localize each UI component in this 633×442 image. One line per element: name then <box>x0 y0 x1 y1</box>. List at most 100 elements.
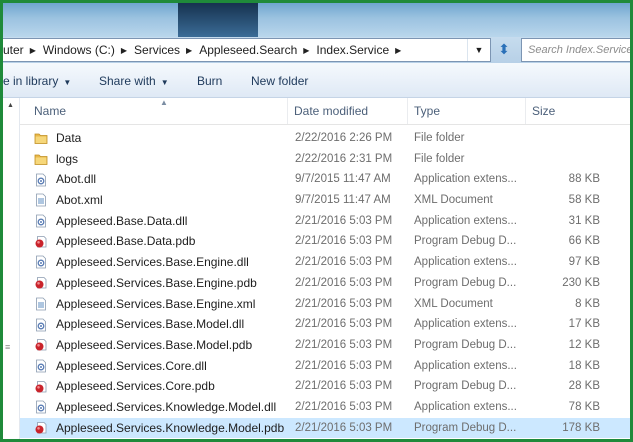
file-row[interactable]: Data 2/22/2016 2:26 PM File folder <box>20 128 630 149</box>
column-header-size[interactable]: Size <box>526 98 630 124</box>
file-name-cell: Appleseed.Base.Data.dll <box>34 211 288 232</box>
file-size: 12 KB <box>568 338 600 351</box>
file-row[interactable]: Appleseed.Services.Knowledge.Model.pdb 2/… <box>20 417 630 439</box>
column-header-date[interactable]: Date modified <box>288 98 408 124</box>
address-history-dropdown[interactable]: ▼ <box>467 39 490 61</box>
file-name: Appleseed.Base.Data.pdb <box>56 234 196 249</box>
dll-icon <box>34 173 48 187</box>
folder-icon <box>34 152 48 166</box>
file-name: Appleseed.Services.Base.Engine.dll <box>56 255 249 270</box>
include-in-library-button[interactable]: e in library ▼ <box>3 74 71 88</box>
file-type: Program Debug D... <box>414 235 517 248</box>
file-name: Appleseed.Services.Base.Engine.xml <box>56 296 256 311</box>
chevron-right-icon[interactable]: ▶ <box>395 46 401 55</box>
column-header-name[interactable]: ▲ Name <box>20 98 288 124</box>
file-name-cell: Appleseed.Services.Core.dll <box>34 356 288 377</box>
file-row[interactable]: Appleseed.Services.Base.Engine.dll 2/21/2… <box>20 252 630 273</box>
pdb-icon <box>34 276 48 290</box>
file-row[interactable]: Appleseed.Base.Data.pdb 2/21/2016 5:03 PM… <box>20 231 630 252</box>
file-type: Application extens... <box>414 214 517 227</box>
breadcrumb-item[interactable]: Index.Service ▶ <box>316 43 408 57</box>
file-type: Program Debug D... <box>414 421 517 434</box>
file-row[interactable]: Appleseed.Services.Base.Engine.pdb 2/21/2… <box>20 273 630 294</box>
scroll-up-icon[interactable]: ▲ <box>7 102 14 109</box>
breadcrumb-item[interactable]: Appleseed.Search ▶ <box>199 43 316 57</box>
file-size: 88 KB <box>568 173 600 186</box>
file-name-cell: Appleseed.Services.Base.Model.pdb <box>34 335 288 356</box>
file-row[interactable]: Appleseed.Services.Knowledge.Model.dll 2/… <box>20 397 630 418</box>
chevron-right-icon[interactable]: ▶ <box>30 46 36 55</box>
file-date: 2/21/2016 5:03 PM <box>295 338 393 351</box>
column-header-label: Size <box>532 104 556 118</box>
chevron-right-icon[interactable]: ▶ <box>303 46 309 55</box>
file-row[interactable]: logs 2/22/2016 2:31 PM File folder <box>20 149 630 170</box>
file-row[interactable]: Appleseed.Services.Base.Model.dll 2/21/20… <box>20 314 630 335</box>
file-name: Appleseed.Services.Knowledge.Model.dll <box>56 399 277 414</box>
file-name: Appleseed.Services.Core.pdb <box>56 379 215 394</box>
chevron-right-icon[interactable]: ▶ <box>186 46 192 55</box>
file-row[interactable]: Abot.xml 9/7/2015 11:47 AM XML Document 58 … <box>20 190 630 211</box>
file-date: 2/21/2016 5:03 PM <box>295 276 393 289</box>
sort-ascending-icon: ▲ <box>160 98 168 107</box>
column-header-type[interactable]: Type <box>408 98 526 124</box>
search-input[interactable] <box>522 43 630 57</box>
file-name-cell: Appleseed.Base.Data.pdb <box>34 231 288 252</box>
file-type: Program Debug D... <box>414 380 517 393</box>
file-row[interactable]: Appleseed.Services.Core.dll 2/21/2016 5:0… <box>20 356 630 377</box>
file-name: Appleseed.Services.Base.Engine.pdb <box>56 275 257 290</box>
file-row[interactable]: Appleseed.Services.Base.Engine.xml 2/21/2… <box>20 294 630 315</box>
file-date: 2/21/2016 5:03 PM <box>295 380 393 393</box>
refresh-icon: ⬍ <box>498 40 510 57</box>
file-name: Appleseed.Base.Data.dll <box>56 213 188 228</box>
file-type: Program Debug D... <box>414 338 517 351</box>
burn-button[interactable]: Burn <box>197 74 222 88</box>
file-name-cell: Data <box>34 128 288 149</box>
breadcrumb-item[interactable]: uter ▶ <box>3 43 43 57</box>
address-row: uter ▶ Windows (C:) ▶ Services ▶ Applese… <box>3 37 630 63</box>
share-with-label: Share with <box>99 74 156 88</box>
file-row[interactable]: Appleseed.Services.Core.pdb 2/21/2016 5:0… <box>20 376 630 397</box>
splitter-grip-icon[interactable]: ≡ <box>5 342 10 352</box>
file-date: 2/21/2016 5:03 PM <box>295 235 393 248</box>
breadcrumb-label: uter <box>3 43 24 57</box>
file-name: Data <box>56 131 82 145</box>
file-row[interactable]: Appleseed.Services.Base.Model.pdb 2/21/20… <box>20 335 630 356</box>
file-size: 58 KB <box>568 194 600 207</box>
breadcrumb-label: Index.Service <box>316 43 390 57</box>
file-size: 230 KB <box>562 276 600 289</box>
search-box[interactable] <box>521 38 630 62</box>
file-type: XML Document <box>414 297 493 310</box>
file-date: 2/21/2016 5:03 PM <box>295 400 393 413</box>
file-type: Application extens... <box>414 256 517 269</box>
file-name-cell: Appleseed.Services.Base.Model.dll <box>34 314 288 335</box>
file-name-cell: Appleseed.Services.Base.Engine.dll <box>34 252 288 273</box>
new-folder-label: New folder <box>251 74 309 88</box>
file-name: Appleseed.Services.Base.Model.dll <box>56 317 245 332</box>
refresh-button[interactable]: ⬍ <box>490 38 518 60</box>
file-type: XML Document <box>414 194 493 207</box>
file-name: Appleseed.Services.Base.Model.pdb <box>56 337 253 352</box>
file-date: 9/7/2015 11:47 AM <box>295 173 391 186</box>
include-in-library-label: e in library <box>3 74 59 88</box>
breadcrumb-item[interactable]: Windows (C:) ▶ <box>43 43 134 57</box>
title-bar-shadow <box>178 3 258 37</box>
new-folder-button[interactable]: New folder <box>251 74 308 88</box>
file-name-cell: logs <box>34 149 288 170</box>
file-size: 178 KB <box>562 421 600 434</box>
pdb-icon <box>34 235 48 249</box>
file-row[interactable]: Appleseed.Base.Data.dll 2/21/2016 5:03 PM… <box>20 211 630 232</box>
breadcrumb-label: Appleseed.Search <box>199 43 298 57</box>
dll-icon <box>34 400 48 414</box>
file-name-cell: Appleseed.Services.Base.Engine.xml <box>34 294 288 315</box>
file-name-cell: Abot.xml <box>34 190 288 211</box>
chevron-right-icon[interactable]: ▶ <box>121 46 127 55</box>
file-date: 2/22/2016 2:26 PM <box>295 132 393 144</box>
file-size: 97 KB <box>568 256 600 269</box>
file-type: File folder <box>414 152 465 165</box>
share-with-button[interactable]: Share with ▼ <box>99 74 169 88</box>
breadcrumb-item[interactable]: Services ▶ <box>134 43 199 57</box>
file-row[interactable]: Abot.dll 9/7/2015 11:47 AM Application ext… <box>20 169 630 190</box>
navigation-pane[interactable]: ▲ ≡ <box>3 98 20 439</box>
address-bar[interactable]: uter ▶ Windows (C:) ▶ Services ▶ Applese… <box>3 38 491 62</box>
file-type: File folder <box>414 132 465 144</box>
